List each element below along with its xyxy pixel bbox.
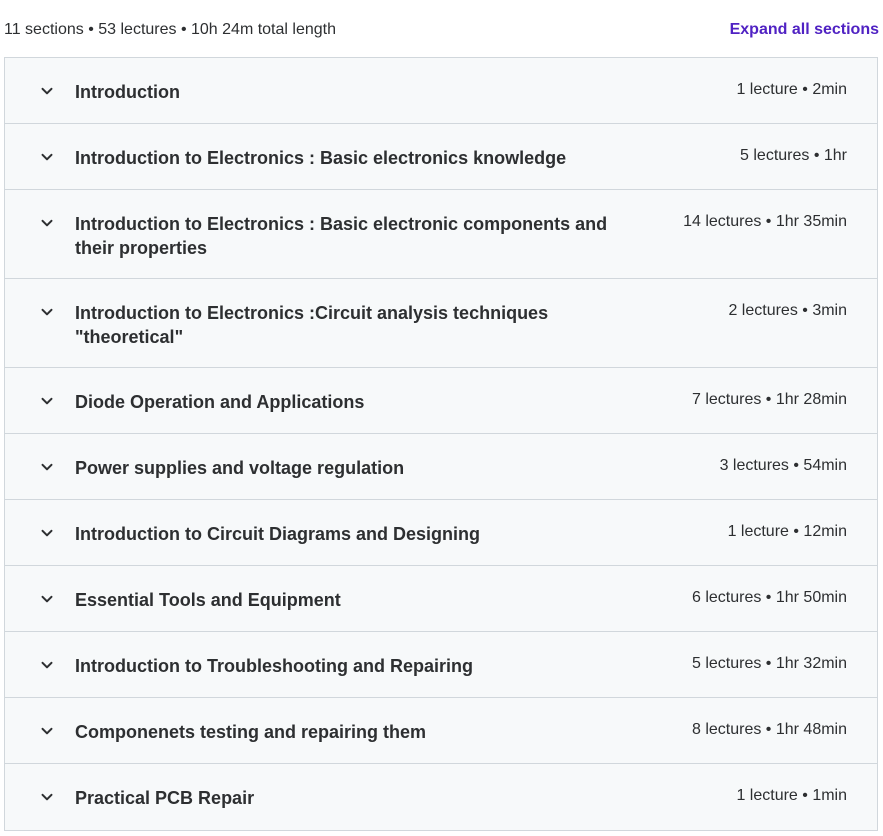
section-title: Componenets testing and repairing them (75, 722, 427, 742)
section-content-summary: 5 lectures • 1hr (740, 147, 847, 164)
section-content-summary: 1 lecture • 2min (736, 81, 847, 98)
chevron-down-icon[interactable] (39, 215, 55, 231)
curriculum-sections: Introduction 1 lecture • 2min Introducti… (4, 57, 878, 831)
chevron-down-icon[interactable] (39, 789, 55, 805)
section-title: Practical PCB Repair (75, 788, 255, 808)
section-panel[interactable]: Introduction to Electronics : Basic elec… (5, 190, 877, 279)
section-panel[interactable]: Practical PCB Repair 1 lecture • 1min (5, 764, 877, 830)
section-panel[interactable]: Diode Operation and Applications 7 lectu… (5, 368, 877, 434)
section-content-summary: 8 lectures • 1hr 48min (691, 721, 847, 738)
section-panel[interactable]: Power supplies and voltage regulation 3 … (5, 434, 877, 500)
section-panel[interactable]: Introduction to Electronics :Circuit ana… (5, 279, 877, 368)
section-title: Introduction to Electronics : Basic elec… (75, 148, 567, 168)
section-content-summary: 1 lecture • 12min (727, 523, 847, 540)
chevron-down-icon[interactable] (39, 149, 55, 165)
section-title: Introduction to Electronics : Basic elec… (75, 214, 608, 258)
section-title: Essential Tools and Equipment (75, 590, 341, 610)
chevron-down-icon[interactable] (39, 525, 55, 541)
section-content-summary: 6 lectures • 1hr 50min (691, 589, 847, 606)
section-content-summary: 1 lecture • 1min (736, 787, 847, 804)
chevron-down-icon[interactable] (39, 723, 55, 739)
chevron-down-icon[interactable] (39, 393, 55, 409)
section-panel[interactable]: Introduction 1 lecture • 2min (5, 58, 877, 124)
section-panel[interactable]: Introduction to Troubleshooting and Repa… (5, 632, 877, 698)
section-title: Diode Operation and Applications (75, 392, 365, 412)
expand-all-sections-button[interactable]: Expand all sections (730, 21, 879, 39)
section-panel[interactable]: Essential Tools and Equipment 6 lectures… (5, 566, 877, 632)
section-title: Introduction to Circuit Diagrams and Des… (75, 524, 481, 544)
section-content-summary: 14 lectures • 1hr 35min (683, 213, 847, 230)
section-title: Power supplies and voltage regulation (75, 458, 405, 478)
chevron-down-icon[interactable] (39, 304, 55, 320)
section-title: Introduction (75, 82, 180, 102)
section-content-summary: 5 lectures • 1hr 32min (691, 655, 847, 672)
section-title: Introduction to Troubleshooting and Repa… (75, 656, 473, 676)
section-panel[interactable]: Componenets testing and repairing them 8… (5, 698, 877, 764)
chevron-down-icon[interactable] (39, 459, 55, 475)
chevron-down-icon[interactable] (39, 657, 55, 673)
section-title: Introduction to Electronics :Circuit ana… (75, 303, 549, 347)
section-content-summary: 7 lectures • 1hr 28min (691, 391, 847, 408)
section-panel[interactable]: Introduction to Electronics : Basic elec… (5, 124, 877, 190)
chevron-down-icon[interactable] (39, 83, 55, 99)
chevron-down-icon[interactable] (39, 591, 55, 607)
curriculum-summary-bar: 11 sections • 53 lectures • 10h 24m tota… (0, 0, 883, 58)
section-content-summary: 2 lectures • 3min (728, 302, 847, 319)
section-content-summary: 3 lectures • 54min (719, 457, 847, 474)
curriculum-summary: 11 sections • 53 lectures • 10h 24m tota… (4, 21, 336, 38)
section-panel[interactable]: Introduction to Circuit Diagrams and Des… (5, 500, 877, 566)
